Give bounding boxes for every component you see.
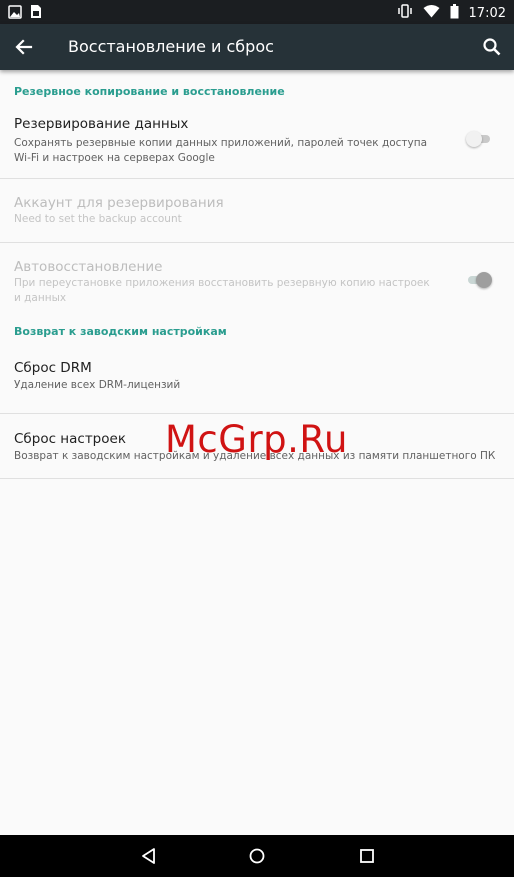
vibrate-icon [397,3,413,23]
wifi-icon [423,4,440,22]
arrow-back-icon[interactable] [12,35,36,59]
item-title: Аккаунт для резервирования [14,195,224,211]
auto-restore-item: Автовосстановление При переустановке при… [0,243,514,323]
watermark: McGrp.Ru [165,418,348,461]
nav-back-icon[interactable] [139,846,159,866]
search-icon[interactable] [480,35,504,59]
item-title: Автовосстановление [14,259,163,275]
item-title: Резервирование данных [14,116,189,132]
clock: 17:02 [468,5,506,21]
drm-reset-item[interactable]: Сброс DRM Удаление всех DRM-лицензий [0,345,514,414]
backup-data-switch[interactable] [466,131,492,147]
sim-card-icon [30,4,42,23]
item-subtitle: Need to set the backup account [14,213,182,225]
status-bar: 17:02 [0,0,514,24]
backup-account-item: Аккаунт для резервирования Need to set t… [0,179,514,243]
item-subtitle: Сохранять резервные копии данных приложе… [14,137,428,164]
nav-home-icon[interactable] [247,846,267,866]
section-header-backup: Резервное копирование и восстановление [14,85,285,98]
item-title: Сброс настроек [14,431,126,447]
auto-restore-switch [466,272,492,288]
section-header-factory: Возврат к заводским настройкам [14,325,227,338]
item-subtitle: Удаление всех DRM-лицензий [14,379,181,391]
navigation-bar [0,835,514,877]
app-bar: Восстановление и сброс [0,24,514,70]
page-title: Восстановление и сброс [68,37,274,56]
nav-recents-icon[interactable] [357,846,377,866]
image-icon [8,4,22,23]
item-subtitle: При переустановке приложения восстановит… [14,277,430,304]
backup-data-item[interactable]: Резервирование данных Сохранять резервны… [0,112,514,179]
item-title: Сброс DRM [14,360,92,376]
battery-icon [450,3,459,23]
